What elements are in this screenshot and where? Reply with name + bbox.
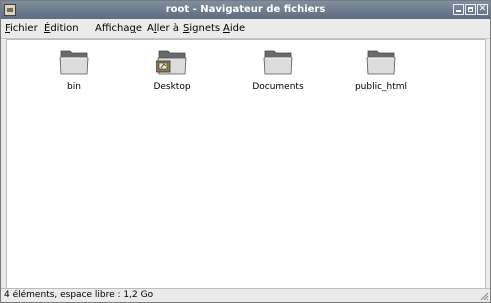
file-item-bin[interactable]: bin <box>34 48 114 94</box>
status-text: 4 éléments, espace libre : 1,2 Go <box>4 290 154 300</box>
file-item-public-html[interactable]: public_html <box>341 48 421 94</box>
file-name: Documents <box>252 82 304 92</box>
folder-icon <box>59 50 89 75</box>
menu-affichage-label-pre: Afficha <box>95 23 130 34</box>
file-item-desktop[interactable]: Desktop <box>132 48 212 94</box>
menu-signets[interactable]: Signets <box>183 23 220 34</box>
menu-bar: Fichier Édition Affichage Aller à Signet… <box>1 19 490 39</box>
folder-icon <box>263 50 293 75</box>
file-view[interactable]: bin Desktop Documents public_html <box>6 39 486 289</box>
file-name: bin <box>67 82 81 92</box>
menu-signets-label-post: ignets <box>189 23 221 34</box>
menu-edition[interactable]: Édition <box>44 23 79 34</box>
close-icon[interactable]: ✕ <box>477 4 488 15</box>
minimize-icon[interactable] <box>453 4 464 15</box>
menu-aide-mnemonic: A <box>223 23 230 34</box>
file-browser-window: root - Navigateur de fichiers ✕ Fichier … <box>0 0 491 303</box>
menu-affichage[interactable]: Affichage <box>95 23 142 34</box>
menu-fichier-label-post: ichier <box>10 23 38 34</box>
title-bar[interactable]: root - Navigateur de fichiers ✕ <box>1 1 490 19</box>
menu-aller-a-label-pre: A <box>147 23 154 34</box>
maximize-icon[interactable] <box>465 4 476 15</box>
file-item-documents[interactable]: Documents <box>238 48 318 94</box>
window-title: root - Navigateur de fichiers <box>165 4 326 15</box>
menu-edition-label-post: dition <box>50 23 79 34</box>
menu-aller-a-label-post: ler à <box>156 23 179 34</box>
menu-aide-label-post: ide <box>229 23 246 34</box>
resize-grip-icon[interactable] <box>479 291 489 301</box>
menu-affichage-label-post: e <box>135 23 142 34</box>
folder-icon <box>366 50 396 75</box>
menu-aide[interactable]: Aide <box>223 23 245 34</box>
status-bar: 4 éléments, espace libre : 1,2 Go <box>1 288 490 302</box>
menu-aller-a[interactable]: Aller à <box>147 23 179 34</box>
menu-fichier[interactable]: Fichier <box>5 23 38 34</box>
file-name: public_html <box>354 82 408 92</box>
file-name: Desktop <box>153 82 191 92</box>
desktop-folder-icon <box>156 50 187 75</box>
